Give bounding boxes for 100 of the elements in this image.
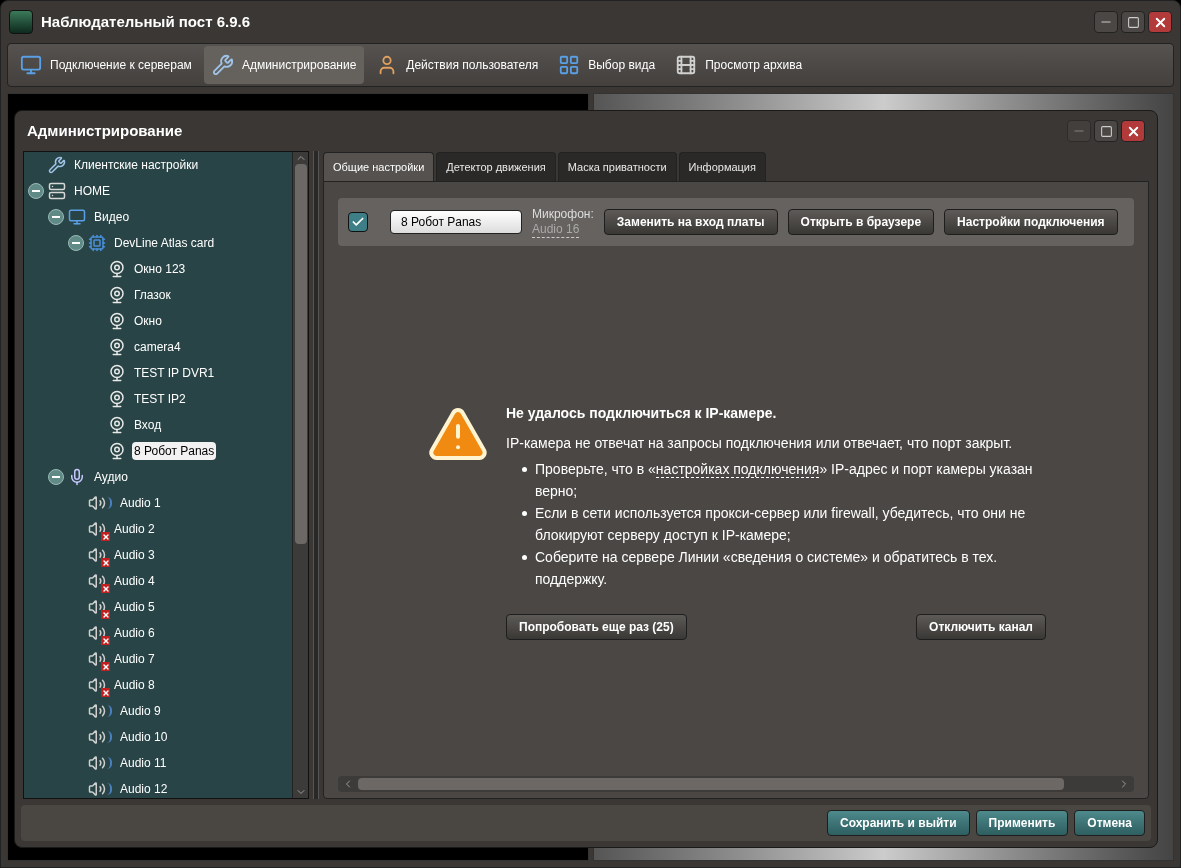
toolbar-action-button[interactable]: Заменить на вход платы: [603, 209, 778, 235]
close-button[interactable]: [1121, 120, 1145, 142]
tree-item[interactable]: Видео: [92, 208, 132, 226]
tree-item[interactable]: Audio 4: [112, 572, 157, 590]
tree-item[interactable]: Клиентские настройки: [72, 156, 201, 174]
webcam-icon: [108, 338, 126, 356]
tab[interactable]: Детектор движения: [436, 152, 556, 181]
tab[interactable]: Общие настройки: [323, 152, 435, 181]
tree-item[interactable]: Audio 1: [118, 494, 163, 512]
tree-item[interactable]: HOME: [72, 182, 112, 200]
tree-item[interactable]: Audio 8: [112, 676, 157, 694]
footer-button[interactable]: Сохранить и выйти: [827, 810, 970, 836]
bullet-icon: [522, 511, 527, 516]
webcam-icon: [108, 260, 126, 278]
webcam-icon: [108, 442, 126, 460]
error-title: Не удалось подключиться к IP-камере.: [506, 404, 778, 423]
speaker-icon: [88, 754, 106, 772]
instruction-text: Соберите на сервере Линии «сведения о системе» и обратитесь в тех. поддержку.: [535, 548, 999, 589]
collapse-toggle[interactable]: [48, 469, 64, 485]
checkmark-icon: [351, 215, 365, 229]
tools-icon: [48, 156, 66, 174]
speaker-icon: [88, 546, 106, 564]
splitter-handle[interactable]: [313, 151, 319, 799]
tree-item[interactable]: Audio 5: [112, 598, 157, 616]
tree-item[interactable]: Глазок: [132, 286, 173, 304]
server-icon: [48, 182, 66, 200]
speaker-icon: [88, 702, 106, 720]
tab[interactable]: Маска приватности: [557, 152, 677, 181]
webcam-icon: [108, 286, 126, 304]
tree-item[interactable]: camera4: [132, 338, 183, 356]
webcam-icon: [108, 364, 126, 382]
minimize-button[interactable]: [1094, 11, 1118, 33]
tree-item[interactable]: Audio 7: [112, 650, 157, 668]
disable-channel-button[interactable]: Отключить канал: [916, 614, 1046, 640]
tree-item[interactable]: Audio 10: [118, 728, 170, 746]
monitor-icon: [20, 54, 42, 76]
speaker-icon: [88, 676, 106, 694]
tree-item[interactable]: Вход: [132, 416, 164, 434]
webcam-icon: [108, 416, 126, 434]
retry-button[interactable]: Попробовать еще раз (25): [506, 614, 687, 640]
speaker-icon: [88, 598, 106, 616]
maximize-button[interactable]: [1094, 120, 1118, 142]
speaker-icon: [88, 520, 106, 538]
microphone-label: Микрофон:: [532, 206, 594, 222]
tab[interactable]: Информация: [678, 152, 766, 181]
microphone-icon: [68, 468, 86, 486]
collapse-toggle[interactable]: [68, 235, 84, 251]
collapse-toggle[interactable]: [48, 209, 64, 225]
webcam-icon: [108, 312, 126, 330]
window-title: Наблюдательный пост 6.9.6: [41, 11, 250, 32]
toolbar-button[interactable]: Выбор вида: [550, 46, 664, 84]
speaker-icon: [88, 780, 106, 798]
app-logo-icon: [9, 10, 33, 34]
enable-checkbox[interactable]: [348, 212, 368, 232]
tree-item[interactable]: Окно 123: [132, 260, 188, 278]
toolbar-action-button[interactable]: Открыть в браузере: [787, 209, 935, 235]
tree-item[interactable]: Audio 11: [118, 754, 169, 772]
footer-button[interactable]: Применить: [975, 810, 1069, 836]
speaker-icon: [88, 624, 106, 642]
instruction-text: Проверьте, что в «настройках подключения» IP-адрес и порт камеры указан верно;: [535, 460, 1034, 501]
collapse-toggle[interactable]: [28, 183, 44, 199]
tree-item[interactable]: Audio 6: [112, 624, 157, 642]
toolbar-button[interactable]: Подключение к серверам: [12, 46, 200, 84]
tree-item[interactable]: Окно: [132, 312, 164, 330]
maximize-icon: [1126, 15, 1140, 29]
tree-item[interactable]: Audio 2: [112, 520, 157, 538]
webcam-icon: [108, 390, 126, 408]
maximize-icon: [1099, 124, 1113, 138]
tree-item[interactable]: Audio 3: [112, 546, 157, 564]
speaker-icon: [88, 572, 106, 590]
vertical-scrollbar[interactable]: [292, 152, 308, 798]
tree-item[interactable]: TEST IP2: [132, 390, 188, 408]
toolbar-action-button[interactable]: Настройки подключения: [944, 209, 1118, 235]
toolbar-button[interactable]: Действия пользователя: [368, 46, 547, 84]
film-reel-icon: [675, 54, 698, 76]
speaker-icon: [88, 494, 106, 512]
bullet-icon: [522, 467, 527, 472]
settings-link[interactable]: настройках подключения: [655, 461, 820, 478]
monitor-icon: [68, 208, 86, 226]
speaker-icon: [88, 650, 106, 668]
instruction-text: Если в сети используется прокси-сервер или firewall, убедитесь, что они не блокируют серверу доступ к IP-камере;: [535, 504, 1027, 545]
circuit-board-icon: [88, 234, 106, 252]
tree-item[interactable]: Аудио: [92, 468, 130, 486]
tools-icon: [211, 54, 234, 76]
tree-item[interactable]: Audio 12: [118, 780, 170, 798]
toolbar-button[interactable]: Просмотр архива: [667, 46, 811, 84]
footer-button[interactable]: Отмена: [1074, 810, 1145, 836]
dialog-title: Администрирование: [27, 120, 183, 141]
maximize-button[interactable]: [1121, 11, 1145, 33]
close-button[interactable]: [1148, 11, 1172, 33]
tree-item[interactable]: 8 Робот Panas: [132, 442, 217, 460]
tree-item[interactable]: DevLine Atlas card: [112, 234, 217, 252]
speaker-icon: [88, 728, 106, 746]
tree-item[interactable]: Audio 9: [118, 702, 163, 720]
tree-item[interactable]: TEST IP DVR1: [132, 364, 217, 382]
toolbar-button[interactable]: Администрирование: [203, 46, 365, 84]
grid-icon: [558, 54, 581, 76]
horizontal-scrollbar[interactable]: [338, 776, 1134, 792]
channel-name-field[interactable]: 8 Робот Panas: [390, 210, 522, 234]
error-description: IP-камера не отвечат на запросы подключения или отвечает, что порт закрыт.: [506, 434, 1014, 453]
